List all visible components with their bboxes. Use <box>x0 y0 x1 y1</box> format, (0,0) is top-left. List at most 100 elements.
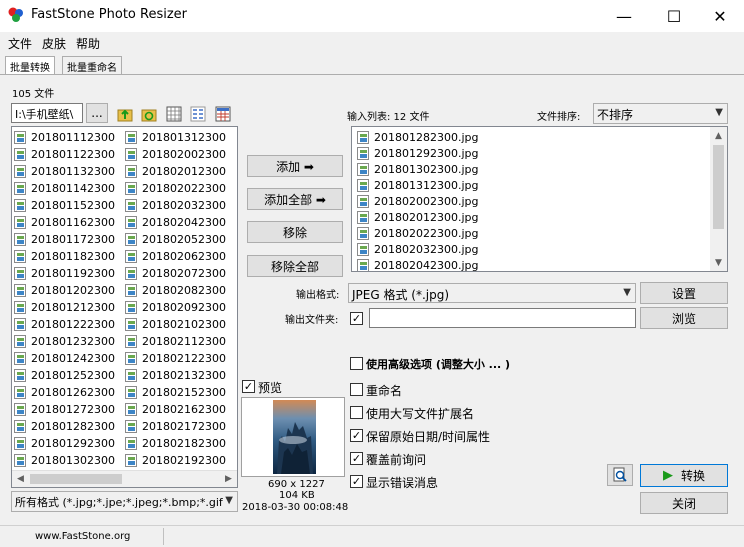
horizontal-scrollbar[interactable]: ◀ ▶ <box>12 470 237 487</box>
file-item[interactable]: 201802112300 <box>125 333 226 350</box>
file-item[interactable]: 201802012300 <box>125 163 226 180</box>
file-item[interactable]: 201802072300 <box>125 265 226 282</box>
add-button[interactable]: 添加 ➡ <box>247 155 343 177</box>
file-item[interactable]: 201801172300 <box>14 231 115 248</box>
source-file-list[interactable]: 201801112300 201801122300 201801132300 2018… <box>11 126 238 488</box>
file-item[interactable]: 201801232300 <box>14 333 115 350</box>
list-view-icon[interactable] <box>190 106 206 122</box>
thumbnail-view-icon[interactable] <box>166 106 182 122</box>
file-item[interactable]: 201801272300 <box>14 401 115 418</box>
option-label[interactable]: 覆盖前询问 <box>366 451 426 468</box>
file-item[interactable]: 201801282300.jpg <box>357 129 479 146</box>
option-label[interactable]: 使用大写文件扩展名 <box>366 405 474 422</box>
file-item[interactable]: 201802162300 <box>125 401 226 418</box>
close-button[interactable]: 关闭 <box>640 492 728 514</box>
file-item[interactable]: 201802042300.jpg <box>357 257 479 271</box>
maximize-button[interactable]: ☐ <box>650 0 698 32</box>
file-item[interactable]: 201801162300 <box>14 214 115 231</box>
folder-up-icon[interactable] <box>117 106 133 122</box>
settings-button[interactable]: 设置 <box>640 282 728 304</box>
output-folder-checkbox[interactable]: ✓ <box>350 312 363 325</box>
menu-file[interactable]: 文件 <box>8 35 32 52</box>
file-item[interactable]: 201801222300 <box>14 316 115 333</box>
file-item[interactable]: 201801292300.jpg <box>357 145 479 162</box>
output-folder-input[interactable] <box>369 308 636 328</box>
option-label[interactable]: 保留原始日期/时间属性 <box>366 428 490 445</box>
folder-path-input[interactable]: I:\手机壁纸\ <box>11 103 83 123</box>
file-item[interactable]: 201801112300 <box>14 129 115 146</box>
scroll-right-icon[interactable]: ▶ <box>220 471 237 487</box>
file-item[interactable]: 201802182300 <box>125 435 226 452</box>
browse-output-button[interactable]: 浏览 <box>640 307 728 329</box>
option-checkbox[interactable] <box>350 406 363 419</box>
option-checkbox[interactable] <box>350 357 363 370</box>
option-checkbox[interactable]: ✓ <box>350 475 363 488</box>
vertical-scrollbar[interactable]: ▲ ▼ <box>710 127 727 271</box>
menu-skin[interactable]: 皮肤 <box>42 35 66 52</box>
file-item[interactable]: 201802022300 <box>125 180 226 197</box>
file-item[interactable]: 201801312300 <box>125 129 226 146</box>
refresh-folder-icon[interactable] <box>141 106 157 122</box>
file-item[interactable]: 201802152300 <box>125 384 226 401</box>
scroll-up-icon[interactable]: ▲ <box>710 127 727 144</box>
file-item[interactable]: 201802042300 <box>125 214 226 231</box>
option-checkbox[interactable] <box>350 383 363 396</box>
input-file-list[interactable]: 201801282300.jpg 201801292300.jpg 20180130… <box>351 126 728 272</box>
file-item[interactable]: 201801142300 <box>14 180 115 197</box>
file-type-filter-select[interactable]: 所有格式 (*.jpg;*.jpe;*.jpeg;*.bmp;*.gif ▼ <box>11 491 238 512</box>
file-item[interactable]: 201801292300 <box>14 435 115 452</box>
detail-view-icon[interactable] <box>215 106 231 122</box>
option-label[interactable]: 使用高级选项 (调整大小 ... ) <box>366 356 510 372</box>
file-item[interactable]: 201801122300 <box>14 146 115 163</box>
remove-button[interactable]: 移除 <box>247 221 343 243</box>
file-item[interactable]: 201801242300 <box>14 350 115 367</box>
file-item[interactable]: 201801202300 <box>14 282 115 299</box>
file-item[interactable]: 201801252300 <box>14 367 115 384</box>
tab-batch-convert[interactable]: 批量转换 <box>5 56 55 75</box>
file-item[interactable]: 201802192300 <box>125 452 226 469</box>
file-item[interactable]: 201802132300 <box>125 367 226 384</box>
file-item[interactable]: 201801182300 <box>14 248 115 265</box>
remove-all-button[interactable]: 移除全部 <box>247 255 343 277</box>
scrollbar-thumb[interactable] <box>713 145 724 229</box>
sort-select[interactable]: 不排序 ▼ <box>593 103 728 124</box>
option-label[interactable]: 显示错误消息 <box>366 474 438 491</box>
file-item[interactable]: 201802052300 <box>125 231 226 248</box>
file-item[interactable]: 201801212300 <box>14 299 115 316</box>
browse-folder-button[interactable]: ... <box>86 103 108 123</box>
file-item[interactable]: 201802172300 <box>125 418 226 435</box>
add-all-button[interactable]: 添加全部 ➡ <box>247 188 343 210</box>
scroll-left-icon[interactable]: ◀ <box>12 471 29 487</box>
file-item[interactable]: 201802032300.jpg <box>357 241 479 258</box>
file-item[interactable]: 201801302300 <box>14 452 115 469</box>
file-item[interactable]: 201801262300 <box>14 384 115 401</box>
minimize-button[interactable]: — <box>600 0 648 32</box>
convert-button[interactable]: ▶ 转换 <box>640 464 728 487</box>
file-item[interactable]: 201802082300 <box>125 282 226 299</box>
file-item[interactable]: 201801152300 <box>14 197 115 214</box>
website-link[interactable]: www.FastStone.org <box>35 531 130 542</box>
file-item[interactable]: 201801132300 <box>14 163 115 180</box>
file-item[interactable]: 201802002300.jpg <box>357 193 479 210</box>
file-item[interactable]: 201801302300.jpg <box>357 161 479 178</box>
file-item[interactable]: 201802122300 <box>125 350 226 367</box>
file-item[interactable]: 201802032300 <box>125 197 226 214</box>
output-format-select[interactable]: JPEG 格式 (*.jpg) ▼ <box>348 283 636 303</box>
file-item[interactable]: 201802022300.jpg <box>357 225 479 242</box>
file-item[interactable]: 201802062300 <box>125 248 226 265</box>
menu-help[interactable]: 帮助 <box>76 35 100 52</box>
file-item[interactable]: 201802002300 <box>125 146 226 163</box>
option-checkbox[interactable]: ✓ <box>350 452 363 465</box>
scrollbar-thumb[interactable] <box>30 474 122 484</box>
preview-checkbox[interactable]: ✓ <box>242 380 255 393</box>
option-label[interactable]: 重命名 <box>366 382 402 399</box>
scroll-down-icon[interactable]: ▼ <box>710 254 727 271</box>
option-checkbox[interactable]: ✓ <box>350 429 363 442</box>
file-item[interactable]: 201801312300.jpg <box>357 177 479 194</box>
file-item[interactable]: 201802102300 <box>125 316 226 333</box>
file-item[interactable]: 201801282300 <box>14 418 115 435</box>
preview-output-button[interactable] <box>607 464 633 486</box>
file-item[interactable]: 201802092300 <box>125 299 226 316</box>
close-window-button[interactable]: ✕ <box>696 0 744 32</box>
file-item[interactable]: 201801192300 <box>14 265 115 282</box>
